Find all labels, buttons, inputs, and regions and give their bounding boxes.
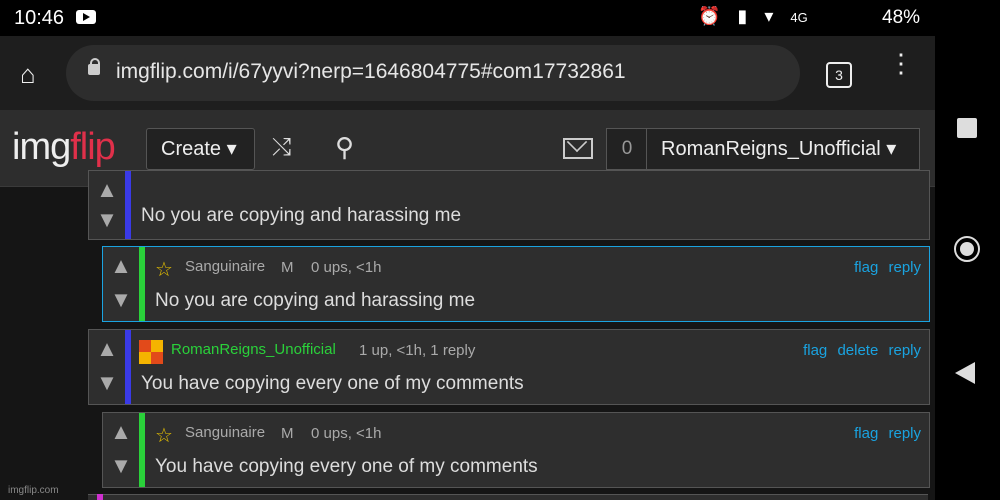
comment-thread-bar [125, 330, 131, 404]
user-menu-button[interactable]: RomanReigns_Unofficial ▾ [646, 128, 920, 170]
youtube-icon [76, 10, 96, 24]
comment-meta: 0 ups, <1h [311, 259, 382, 276]
browser-toolbar: ⌂ imgflip.com/i/67yyvi?nerp=1646804775#c… [0, 36, 935, 110]
next-comment-edge [88, 494, 928, 500]
flag-link[interactable]: flag [854, 425, 878, 442]
star-avatar-icon[interactable]: ☆ [155, 423, 179, 447]
more-menu-icon[interactable]: ⋮ [888, 50, 914, 76]
back-button-icon[interactable] [955, 362, 975, 384]
recents-button-icon[interactable] [957, 118, 977, 138]
address-bar[interactable]: imgflip.com/i/67yyvi?nerp=1646804775#com… [66, 45, 800, 101]
url-text: imgflip.com/i/67yyvi?nerp=1646804775#com… [116, 60, 626, 83]
imgflip-logo[interactable]: imgflip [12, 126, 116, 169]
lock-icon [88, 58, 100, 75]
search-icon[interactable]: ⚲ [335, 132, 354, 163]
downvote-icon[interactable]: ▼ [94, 207, 120, 233]
comment-actions: flag delete reply [797, 342, 921, 359]
downvote-icon[interactable]: ▼ [108, 453, 134, 479]
star-avatar-icon[interactable]: ☆ [155, 257, 179, 281]
upvote-icon[interactable]: ▲ [108, 419, 134, 445]
imgflip-watermark: imgflip.com [8, 485, 59, 496]
comment-text: You have copying every one of my comment… [155, 456, 538, 477]
vote-controls: ▲ ▼ [103, 413, 139, 487]
battery-level: 48% [882, 7, 921, 28]
phone-screen: 10:46 ⏰ ▮ ▾ 4G 48% ⌂ imgflip.com/i/67yyv… [0, 0, 935, 500]
android-nav-bar [935, 0, 1000, 500]
notification-count[interactable]: 0 [606, 128, 648, 170]
user-avatar[interactable] [139, 340, 163, 364]
next-comment-bar [97, 494, 103, 500]
comment-username[interactable]: RomanReigns_Unofficial [171, 341, 336, 358]
delete-link[interactable]: delete [837, 342, 878, 359]
upvote-icon[interactable]: ▲ [94, 177, 120, 203]
home-button-icon[interactable] [954, 236, 980, 262]
home-icon[interactable]: ⌂ [20, 60, 48, 88]
comment-thread-bar [139, 413, 145, 487]
tab-switcher-button[interactable]: 3 [826, 62, 852, 88]
comment: ▲ ▼ No you are copying and harassing me [88, 170, 930, 240]
downvote-icon[interactable]: ▼ [94, 370, 120, 396]
upvote-icon[interactable]: ▲ [108, 253, 134, 279]
mod-badge: M [281, 259, 294, 276]
mod-badge: M [281, 425, 294, 442]
vote-controls: ▲ ▼ [89, 171, 125, 239]
comment-actions: flag reply [848, 259, 921, 276]
comment-meta: 0 ups, <1h [311, 425, 382, 442]
comment-thread-bar [125, 171, 131, 239]
status-bar: 10:46 ⏰ ▮ ▾ 4G 48% [0, 0, 935, 36]
vote-controls: ▲ ▼ [103, 247, 139, 321]
flag-link[interactable]: flag [854, 259, 878, 276]
comment-thread-bar [139, 247, 145, 321]
comment-username[interactable]: Sanguinaire [185, 424, 265, 441]
vote-controls: ▲ ▼ [89, 330, 125, 404]
comment-actions: flag reply [848, 425, 921, 442]
status-icons: ⏰ ▮ ▾ 4G [698, 6, 808, 26]
comment: ▲ ▼ RomanReigns_Unofficial 1 up, <1h, 1 … [88, 329, 930, 405]
comment-text: No you are copying and harassing me [141, 205, 462, 226]
network-label: 4G [790, 10, 808, 25]
status-time: 10:46 [14, 7, 65, 29]
comment-username[interactable]: Sanguinaire [185, 258, 265, 275]
shuffle-icon[interactable]: ⤭ [272, 134, 291, 162]
comment-meta: 1 up, <1h, 1 reply [359, 342, 476, 359]
create-dropdown-button[interactable]: Create ▾ [146, 128, 255, 170]
comment-text: You have copying every one of my comment… [141, 373, 524, 394]
reply-link[interactable]: reply [888, 425, 921, 442]
reply-link[interactable]: reply [888, 259, 921, 276]
reply-link[interactable]: reply [888, 342, 921, 359]
mail-icon[interactable] [563, 138, 593, 159]
comment: ▲ ▼ ☆ Sanguinaire M 0 ups, <1h flag repl… [102, 412, 930, 488]
upvote-icon[interactable]: ▲ [94, 336, 120, 362]
downvote-icon[interactable]: ▼ [108, 287, 134, 313]
comment: ▲ ▼ ☆ Sanguinaire M 0 ups, <1h flag repl… [102, 246, 930, 322]
comment-text: No you are copying and harassing me [155, 290, 476, 311]
flag-link[interactable]: flag [803, 342, 827, 359]
